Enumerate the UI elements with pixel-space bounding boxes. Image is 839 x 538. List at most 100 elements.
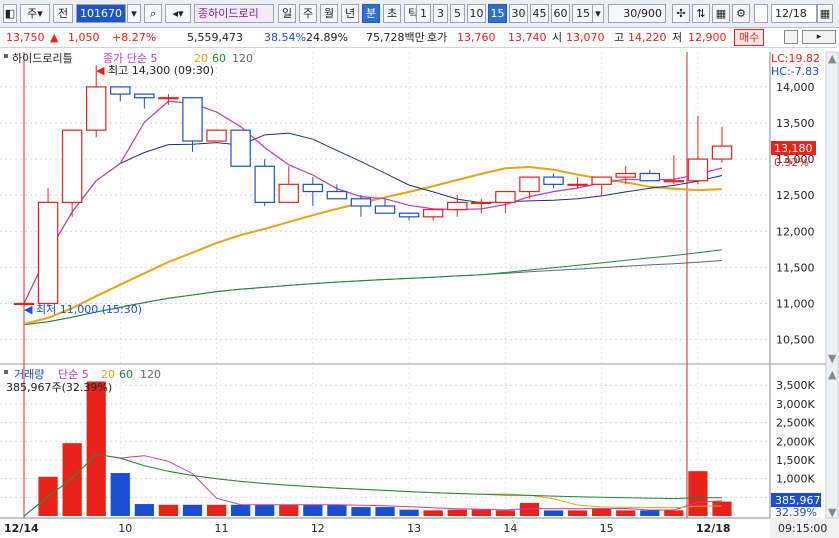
candle-body[interactable] — [687, 158, 709, 182]
candle-body[interactable] — [230, 129, 251, 167]
volume-bar[interactable] — [86, 381, 106, 516]
prev-button[interactable]: 전 — [53, 4, 73, 23]
candle-body[interactable] — [278, 183, 299, 203]
candle-body[interactable] — [591, 176, 612, 185]
arrow-select-icon[interactable]: ◂▾ — [165, 4, 191, 23]
candle-body[interactable] — [350, 198, 372, 207]
candle-body[interactable] — [663, 180, 685, 183]
minute-button-1[interactable]: 1 — [416, 4, 431, 23]
volume-bar[interactable] — [158, 504, 179, 516]
volume-bar[interactable] — [664, 510, 684, 516]
minute-button-60[interactable]: 60 — [551, 4, 570, 23]
period-button-3[interactable]: 년 — [341, 4, 359, 23]
candle-body[interactable] — [374, 205, 396, 214]
candle-body[interactable] — [85, 86, 107, 131]
candle-body[interactable] — [543, 176, 564, 185]
volume-bar[interactable] — [640, 510, 660, 516]
candle-body[interactable] — [398, 212, 420, 218]
candle-body[interactable] — [711, 145, 733, 160]
scroll-down-icon[interactable]: ▼ — [828, 352, 837, 365]
volume-bar[interactable] — [543, 510, 564, 516]
candle-body[interactable] — [302, 183, 324, 193]
volume-bar[interactable] — [592, 508, 612, 516]
stock-code-input[interactable]: 101670 — [76, 4, 126, 23]
volume-bar[interactable] — [688, 471, 708, 516]
compare-icon[interactable]: ▦ — [712, 4, 730, 23]
volume-bar[interactable] — [303, 504, 323, 516]
volume-bar[interactable] — [375, 507, 395, 516]
candle-body[interactable] — [615, 172, 636, 178]
volume-bar[interactable] — [255, 504, 275, 516]
volume-bar[interactable] — [110, 473, 130, 516]
minute-button-45[interactable]: 45 — [530, 4, 549, 23]
buy-button[interactable]: 매수 — [734, 29, 765, 46]
candle-body[interactable] — [206, 129, 227, 142]
lc-label: LC:19.82 — [771, 52, 820, 65]
minute-button-3[interactable]: 3 — [433, 4, 448, 23]
candle-body[interactable] — [110, 86, 131, 95]
period-button-5[interactable]: 초 — [383, 4, 401, 23]
candle-body[interactable] — [158, 97, 179, 100]
count-field[interactable]: 30/900 — [608, 4, 666, 23]
price-tick: 14,000 — [776, 81, 815, 94]
period-button-2[interactable]: 월 — [320, 4, 338, 23]
stock-name-field[interactable]: 종하이드로리 — [194, 4, 274, 23]
volume-bar[interactable] — [616, 510, 636, 516]
candle-body[interactable] — [61, 129, 83, 203]
code-dropdown-icon[interactable]: ▾ — [127, 4, 141, 23]
candle-body[interactable] — [639, 172, 661, 182]
minute-button-15[interactable]: 15 — [488, 4, 507, 23]
vol-scroll-up-icon[interactable]: ▲ — [828, 368, 837, 381]
volume-bar[interactable] — [351, 507, 371, 516]
minute-dropdown-icon[interactable]: ▾ — [592, 4, 604, 23]
volume-bar[interactable] — [712, 501, 732, 516]
candle-body[interactable] — [519, 176, 540, 193]
volume-bar[interactable] — [471, 509, 491, 516]
minute-button-30[interactable]: 30 — [509, 4, 528, 23]
settings-gear-icon[interactable]: ⚙ — [732, 4, 750, 23]
date-checkbox[interactable] — [754, 4, 768, 23]
candle-body[interactable] — [471, 201, 492, 204]
candle-body[interactable] — [495, 190, 516, 203]
volume-bar[interactable] — [62, 443, 82, 516]
volume-bar[interactable] — [447, 509, 467, 516]
period-button-4[interactable]: 분 — [362, 4, 380, 23]
chart-menu-icon[interactable]: ◧ — [3, 4, 17, 23]
candle-body[interactable] — [422, 209, 444, 218]
period-button-1[interactable]: 주 — [299, 4, 317, 23]
vertical-scrollbar[interactable] — [825, 51, 839, 519]
scale-icon[interactable]: ⇅ — [692, 4, 710, 23]
candle-body[interactable] — [254, 165, 275, 203]
candle-body[interactable] — [447, 201, 468, 211]
period-button-0[interactable]: 일 — [278, 4, 296, 23]
search-icon[interactable]: ⌕ — [144, 4, 162, 23]
volume-bar[interactable] — [327, 504, 347, 516]
volume-bar[interactable] — [279, 504, 299, 516]
calendar-icon[interactable]: ▦ — [817, 4, 833, 23]
minute-button-10[interactable]: 10 — [467, 4, 486, 23]
volume-bar[interactable] — [134, 504, 154, 516]
volume-bar[interactable] — [182, 504, 203, 516]
candle-body[interactable] — [37, 201, 59, 305]
panel-toggle-icon[interactable]: ▸ — [802, 30, 836, 44]
volume-bar[interactable] — [230, 504, 251, 516]
volume-bar[interactable] — [495, 510, 516, 516]
date-field[interactable]: 12/18 — [771, 4, 817, 23]
candle-body[interactable] — [182, 97, 203, 142]
scroll-up-icon[interactable]: ▲ — [828, 52, 837, 65]
option-checkbox[interactable] — [784, 30, 798, 44]
vol-scroll-down-icon[interactable]: ▼ — [828, 506, 837, 519]
volume-bar[interactable] — [423, 510, 443, 516]
candle-body[interactable] — [134, 93, 155, 99]
stock-chart[interactable]: 14,00013,50013,00012,50012,00011,50011,0… — [0, 48, 839, 538]
current-price-tag-text: 13,180 — [774, 142, 813, 155]
volume-bar[interactable] — [399, 509, 419, 516]
volume-bar[interactable] — [206, 504, 227, 516]
minute-button-5[interactable]: 5 — [450, 4, 465, 23]
chart-type-select[interactable]: 주▾ — [20, 4, 50, 23]
volume-bar[interactable] — [567, 510, 588, 516]
candle-body[interactable] — [326, 190, 348, 200]
price-tick: 11,000 — [776, 297, 815, 310]
candle-body[interactable] — [567, 183, 588, 186]
crosshair-icon[interactable]: ✣ — [672, 4, 690, 23]
